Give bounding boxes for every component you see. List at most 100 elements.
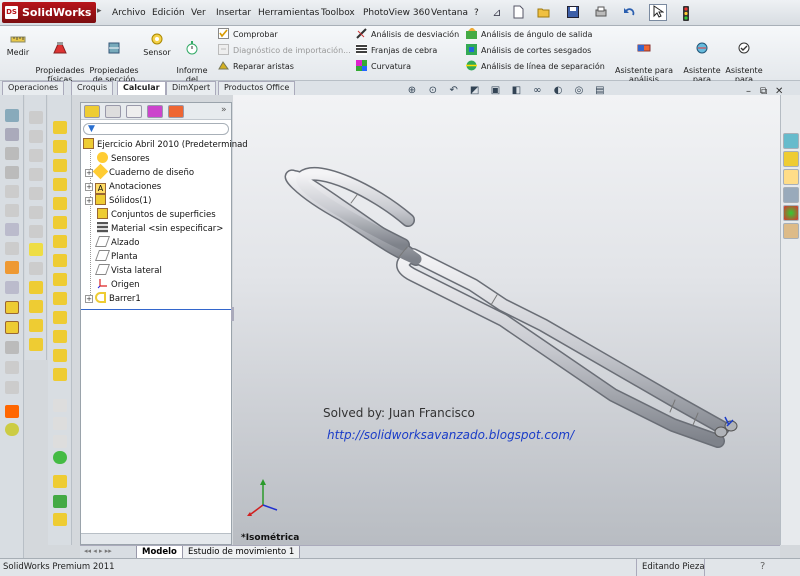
view-orientation-icon[interactable]: ▣ bbox=[489, 84, 503, 97]
cut-icon[interactable] bbox=[29, 187, 43, 200]
tree-item-superficies[interactable]: Conjuntos de superficies bbox=[97, 208, 216, 222]
feature-manager-tab-icon[interactable] bbox=[84, 105, 100, 118]
tree-item-material[interactable]: Material <sin especificar> bbox=[97, 222, 223, 236]
horizontal-scrollbar[interactable] bbox=[81, 533, 231, 544]
fillet-icon[interactable] bbox=[5, 341, 19, 354]
rebuild-icon[interactable] bbox=[683, 6, 689, 21]
print-icon[interactable] bbox=[592, 4, 610, 21]
draft-icon[interactable] bbox=[53, 368, 67, 381]
menu-photoview[interactable]: PhotoView 360 bbox=[363, 8, 430, 18]
deform-icon[interactable] bbox=[53, 435, 67, 448]
zoom-to-area-icon[interactable]: ⊙ bbox=[426, 84, 440, 97]
tab-dimxpert[interactable]: DimXpert bbox=[166, 81, 217, 95]
tab-calcular[interactable]: Calcular bbox=[117, 81, 166, 95]
hide-show-items-icon[interactable]: ∞ bbox=[530, 84, 544, 97]
rib-icon[interactable] bbox=[29, 225, 43, 238]
view-settings-icon[interactable]: ▤ bbox=[593, 84, 607, 97]
wrap-icon[interactable] bbox=[29, 281, 43, 294]
tab-operaciones[interactable]: Operaciones bbox=[2, 81, 65, 95]
tree-item-origen[interactable]: Origen bbox=[97, 278, 140, 292]
open-folder-icon[interactable] bbox=[535, 4, 553, 21]
property-manager-tab-icon[interactable] bbox=[105, 105, 121, 118]
smart-dimension-icon[interactable] bbox=[29, 262, 43, 275]
parting-line-analysis-row[interactable]: Análisis de línea de separación bbox=[466, 60, 605, 76]
hide-show-icon[interactable] bbox=[5, 242, 19, 255]
custom-properties-icon[interactable] bbox=[783, 223, 799, 239]
design-library-icon[interactable] bbox=[783, 151, 799, 167]
watermark-url[interactable]: http://solidworksavanzado.blogspot.com/ bbox=[327, 428, 574, 442]
dome-icon[interactable] bbox=[53, 399, 67, 412]
tree-item-anotaciones[interactable]: + A Anotaciones bbox=[85, 180, 161, 194]
tree-item-vista-lateral[interactable]: Vista lateral bbox=[94, 264, 162, 278]
menu-herramientas[interactable]: Herramientas bbox=[258, 8, 319, 18]
chain-icon[interactable] bbox=[29, 338, 43, 351]
reference-geometry-icon[interactable] bbox=[5, 381, 19, 394]
zoom-to-fit-icon[interactable]: ⊕ bbox=[405, 84, 419, 97]
tree-item-solidos[interactable]: + Sólidos(1) bbox=[85, 194, 151, 208]
appearances-icon[interactable] bbox=[783, 205, 799, 221]
graphics-area[interactable]: Solved by: Juan Francisco http://solidwo… bbox=[233, 95, 780, 545]
menu-ventana[interactable]: Ventana bbox=[431, 8, 468, 18]
check-row[interactable]: Comprobar bbox=[218, 28, 351, 44]
menu-toolbox[interactable]: Toolbox bbox=[321, 8, 355, 18]
display-style-icon[interactable]: ◧ bbox=[509, 84, 523, 97]
tree-root[interactable]: Ejercicio Abril 2010 (Predeterminad bbox=[83, 138, 248, 152]
display-manager-tab-icon[interactable] bbox=[168, 105, 184, 118]
tree-item-cuaderno[interactable]: + Cuaderno de diseño bbox=[85, 163, 194, 180]
section-view-icon[interactable]: ◩ bbox=[468, 84, 482, 97]
sweep-tool-icon[interactable] bbox=[29, 149, 43, 162]
new-document-icon[interactable] bbox=[509, 4, 527, 21]
zoom-fit-icon[interactable] bbox=[5, 128, 19, 141]
tree-item-sensores[interactable]: Sensores bbox=[97, 152, 150, 166]
deviation-analysis-row[interactable]: Análisis de desviación bbox=[356, 28, 459, 44]
expand-icon[interactable]: + bbox=[85, 169, 93, 177]
feature-filter-input[interactable]: ▼ bbox=[83, 123, 229, 135]
sensor-button[interactable]: Sensor bbox=[142, 32, 172, 57]
tab-productos-office[interactable]: Productos Office bbox=[218, 81, 296, 95]
pin-icon[interactable]: ⊿ bbox=[488, 4, 506, 21]
extruded-cut-icon[interactable] bbox=[53, 216, 67, 229]
menu-insertar[interactable]: Insertar bbox=[216, 8, 251, 18]
lofted-cut-icon[interactable] bbox=[53, 292, 67, 305]
combine-icon[interactable] bbox=[53, 495, 67, 508]
expand-icon[interactable]: + bbox=[85, 197, 93, 205]
loft-icon[interactable] bbox=[29, 168, 43, 181]
expand-icon[interactable]: + bbox=[85, 295, 93, 303]
mirror-icon[interactable] bbox=[29, 319, 43, 332]
undo-icon[interactable] bbox=[620, 4, 638, 21]
feature-tool-icon[interactable] bbox=[5, 301, 19, 314]
revolved-boss-icon[interactable] bbox=[53, 140, 67, 153]
help-icon[interactable]: ? bbox=[760, 561, 765, 572]
rollback-bar[interactable] bbox=[81, 309, 231, 310]
instant3d-icon[interactable] bbox=[5, 423, 19, 436]
sketch-icon[interactable] bbox=[29, 243, 43, 256]
flex-icon[interactable] bbox=[53, 417, 67, 430]
edit-appearance-icon[interactable]: ◐ bbox=[551, 84, 565, 97]
boss-icon[interactable] bbox=[5, 321, 19, 334]
tab-scroll-arrows-icon[interactable]: ◂◂ ◂ ▸ ▸▸ bbox=[84, 547, 112, 555]
resources-icon[interactable] bbox=[783, 133, 799, 149]
expand-panel-icon[interactable]: » bbox=[221, 105, 227, 115]
menu-edicion[interactable]: Edición bbox=[152, 8, 185, 18]
zebra-stripes-row[interactable]: Franjas de cebra bbox=[356, 44, 459, 60]
appearance-icon[interactable] bbox=[5, 261, 19, 274]
menu-ver[interactable]: Ver bbox=[191, 8, 206, 18]
shell-icon[interactable] bbox=[29, 206, 43, 219]
boundary-boss-icon[interactable] bbox=[53, 197, 67, 210]
view-orientation-icon[interactable] bbox=[5, 109, 19, 122]
swept-boss-icon[interactable] bbox=[53, 159, 67, 172]
split-icon[interactable] bbox=[53, 475, 67, 488]
undercut-analysis-row[interactable]: Análisis de cortes sesgados bbox=[466, 44, 605, 60]
save-icon[interactable] bbox=[564, 4, 582, 21]
draft-analysis-row[interactable]: Análisis de ángulo de salida bbox=[466, 28, 605, 44]
tree-item-alzado[interactable]: Alzado bbox=[94, 236, 139, 250]
swept-cut-icon[interactable] bbox=[53, 273, 67, 286]
tree-item-barrer1[interactable]: + Barrer1 bbox=[85, 292, 141, 306]
lofted-boss-icon[interactable] bbox=[53, 178, 67, 191]
solidworks-logo[interactable]: DS SolidWorks bbox=[2, 2, 96, 23]
apply-scene-icon[interactable]: ◎ bbox=[572, 84, 586, 97]
repair-edges-row[interactable]: Reparar aristas bbox=[218, 60, 351, 76]
move-copy-icon[interactable] bbox=[53, 513, 67, 526]
freeform-icon[interactable] bbox=[53, 451, 67, 464]
display-style-icon[interactable] bbox=[5, 223, 19, 236]
